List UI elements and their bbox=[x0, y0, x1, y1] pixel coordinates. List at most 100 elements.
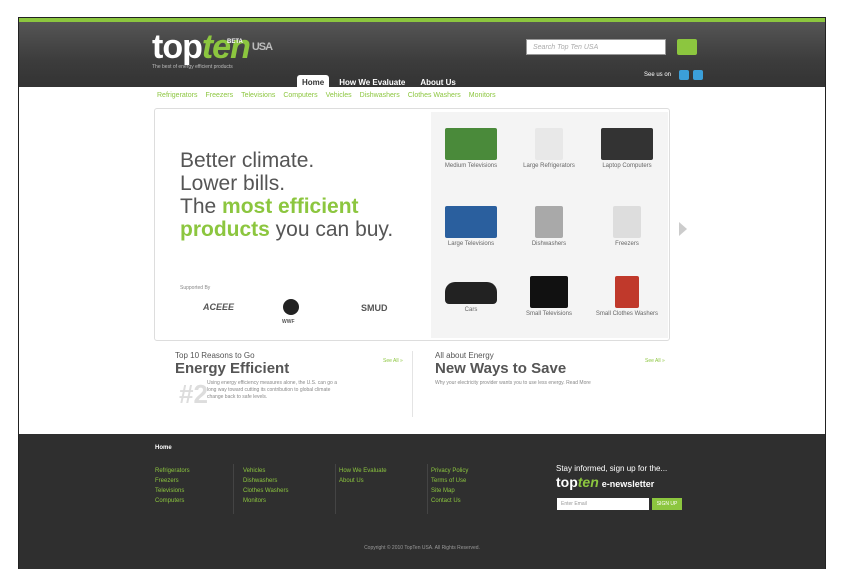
aceee-logo[interactable]: ACEEE bbox=[203, 302, 234, 312]
product-label: Dishwashers bbox=[531, 241, 567, 247]
product-tile[interactable]: Medium Televisions bbox=[433, 122, 509, 192]
hero-line-3: The bbox=[180, 195, 223, 218]
footer-divider bbox=[233, 464, 234, 514]
tv-icon bbox=[445, 128, 497, 160]
category-link[interactable]: Refrigerators bbox=[157, 92, 197, 99]
search-input[interactable]: Search Top Ten USA bbox=[526, 39, 666, 55]
product-tile[interactable]: Freezers bbox=[589, 200, 665, 270]
hero-headline: Better climate. Lower bills. The most ef… bbox=[180, 149, 393, 241]
footer-link[interactable]: Clothes Washers bbox=[243, 486, 288, 496]
product-label: Large Refrigerators bbox=[523, 163, 575, 169]
product-tile[interactable]: Small Televisions bbox=[511, 270, 587, 340]
next-arrow-icon[interactable] bbox=[679, 222, 687, 236]
signup-button[interactable]: SIGN UP bbox=[652, 498, 682, 510]
hero-panel: Better climate. Lower bills. The most ef… bbox=[154, 108, 670, 341]
category-link[interactable]: Vehicles bbox=[326, 92, 352, 99]
category-link[interactable]: Dishwashers bbox=[360, 92, 400, 99]
footer-column: How We Evaluate About Us bbox=[339, 466, 387, 486]
supported-by-label: Supported By bbox=[180, 285, 211, 291]
nav-about-us[interactable]: About Us bbox=[415, 75, 461, 90]
footer-link[interactable]: Computers bbox=[155, 496, 190, 506]
site-logo[interactable]: topten USA BETA bbox=[152, 28, 273, 66]
category-link[interactable]: Freezers bbox=[205, 92, 233, 99]
footer-link[interactable]: Freezers bbox=[155, 476, 190, 486]
promo-kicker: Top 10 Reasons to Go bbox=[175, 351, 255, 360]
category-link[interactable]: Monitors bbox=[469, 92, 496, 99]
product-label: Freezers bbox=[615, 241, 639, 247]
promo-energy-efficient: Top 10 Reasons to Go Energy Efficient Se… bbox=[175, 351, 405, 401]
product-label: Large Televisions bbox=[447, 241, 495, 247]
promo-description: Using energy efficiency measures alone, … bbox=[207, 380, 337, 400]
footer-link[interactable]: Contact Us bbox=[431, 496, 468, 506]
footer-divider bbox=[427, 464, 428, 514]
promo-title[interactable]: New Ways to Save bbox=[435, 360, 670, 377]
product-tile[interactable]: Large Televisions bbox=[433, 200, 509, 270]
footer-link[interactable]: Site Map bbox=[431, 486, 468, 496]
hero-highlight: products bbox=[180, 218, 270, 241]
see-all-link[interactable]: See All » bbox=[383, 358, 403, 364]
email-input[interactable]: Enter Email bbox=[557, 498, 649, 510]
product-tile[interactable]: Small Clothes Washers bbox=[589, 270, 665, 340]
footer-column: Vehicles Dishwashers Clothes Washers Mon… bbox=[243, 466, 288, 506]
twitter-icon[interactable] bbox=[679, 70, 689, 80]
hero-line-4: you can buy. bbox=[269, 218, 394, 241]
tagline: The best of energy efficient products bbox=[152, 64, 233, 70]
laptop-icon bbox=[601, 128, 653, 160]
freezer-icon bbox=[613, 206, 641, 238]
site-footer: Home Refrigerators Freezers Televisions … bbox=[19, 434, 825, 569]
category-link[interactable]: Clothes Washers bbox=[408, 92, 461, 99]
footer-link[interactable]: Dishwashers bbox=[243, 476, 288, 486]
category-link[interactable]: Computers bbox=[283, 92, 317, 99]
footer-link[interactable]: Refrigerators bbox=[155, 466, 190, 476]
footer-divider bbox=[335, 464, 336, 514]
tv-icon bbox=[445, 206, 497, 238]
newsletter-logo: topten e-newsletter bbox=[556, 474, 654, 490]
footer-column: Privacy Policy Terms of Use Site Map Con… bbox=[431, 466, 468, 506]
hero-line-2: Lower bills. bbox=[180, 172, 286, 195]
product-tile[interactable]: Large Refrigerators bbox=[511, 122, 587, 192]
footer-home-link[interactable]: Home bbox=[155, 445, 172, 451]
facebook-icon[interactable] bbox=[693, 70, 703, 80]
nav-home[interactable]: Home bbox=[297, 75, 330, 90]
wwf-panda-icon bbox=[283, 299, 299, 315]
newsletter-logo-ten: ten bbox=[577, 474, 599, 490]
wwf-logo[interactable]: WWF bbox=[282, 319, 295, 325]
beta-badge: BETA bbox=[227, 39, 243, 45]
newsletter-heading: Stay informed, sign up for the... bbox=[556, 464, 668, 473]
footer-link[interactable]: Terms of Use bbox=[431, 476, 468, 486]
footer-link[interactable]: How We Evaluate bbox=[339, 466, 387, 476]
car-icon bbox=[445, 282, 497, 304]
dishwasher-icon bbox=[535, 206, 563, 238]
product-tile[interactable]: Laptop Computers bbox=[589, 122, 665, 192]
newsletter-logo-top: top bbox=[556, 474, 578, 490]
product-label: Medium Televisions bbox=[444, 163, 498, 169]
see-all-link[interactable]: See All » bbox=[645, 358, 665, 364]
logo-top-text: top bbox=[152, 28, 203, 66]
hero-highlight: most efficient bbox=[222, 195, 359, 218]
hero-line-1: Better climate. bbox=[180, 149, 315, 172]
footer-link[interactable]: Televisions bbox=[155, 486, 190, 496]
footer-link[interactable]: Privacy Policy bbox=[431, 466, 468, 476]
product-tile[interactable]: Dishwashers bbox=[511, 200, 587, 270]
footer-link[interactable]: Vehicles bbox=[243, 466, 288, 476]
promo-title[interactable]: Energy Efficient bbox=[175, 360, 405, 377]
smud-logo[interactable]: SMUD bbox=[361, 303, 388, 313]
washer-icon bbox=[615, 276, 639, 308]
category-link[interactable]: Televisions bbox=[241, 92, 275, 99]
reason-number: #2 bbox=[179, 379, 208, 409]
promo-description: Why your electricity provider wants you … bbox=[435, 380, 591, 386]
footer-link[interactable]: About Us bbox=[339, 476, 387, 486]
footer-column: Refrigerators Freezers Televisions Compu… bbox=[155, 466, 190, 506]
product-label: Laptop Computers bbox=[602, 163, 652, 169]
site-header: topten USA BETA The best of energy effici… bbox=[19, 18, 825, 90]
footer-link[interactable]: Monitors bbox=[243, 496, 288, 506]
browser-page: topten USA BETA The best of energy effici… bbox=[18, 17, 826, 569]
see-us-on-label: See us on bbox=[644, 72, 672, 78]
logo-usa-text: USA bbox=[251, 41, 273, 53]
product-label: Small Televisions bbox=[526, 311, 572, 317]
product-label: Small Clothes Washers bbox=[595, 311, 659, 317]
nav-how-we-evaluate[interactable]: How We Evaluate bbox=[334, 75, 410, 90]
product-tile[interactable]: Cars bbox=[433, 270, 509, 340]
product-grid: Medium Televisions Large Refrigerators L… bbox=[431, 112, 668, 338]
search-button[interactable] bbox=[677, 39, 697, 55]
